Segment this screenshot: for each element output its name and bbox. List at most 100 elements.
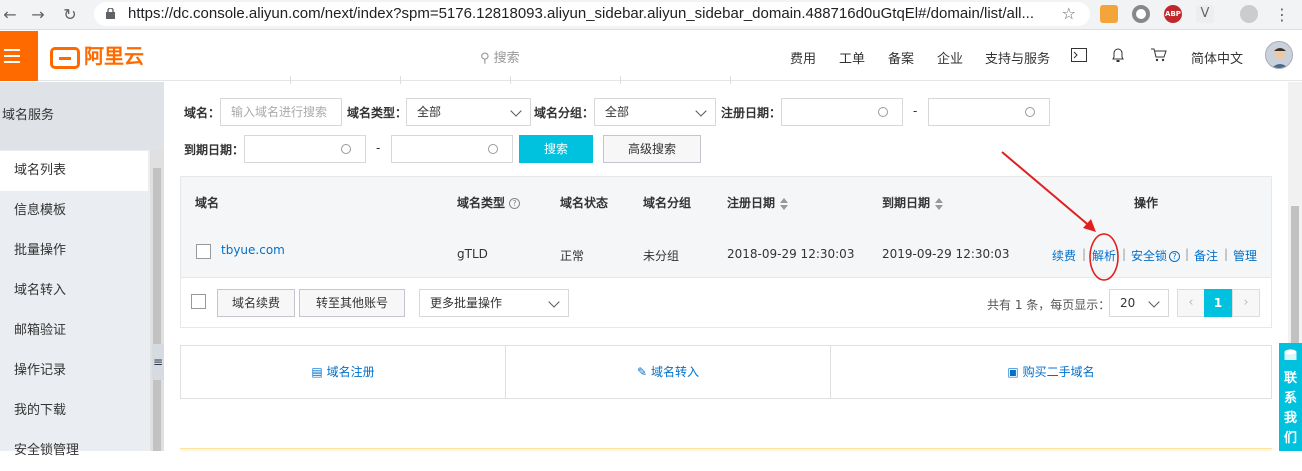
transfer-account-button[interactable]: 转至其他账号 bbox=[299, 289, 405, 317]
extension-icon[interactable] bbox=[1100, 5, 1118, 23]
quick-buy-secondhand[interactable]: ▣ 购买二手域名 bbox=[831, 346, 1271, 398]
nav-billing[interactable]: 费用 bbox=[790, 48, 816, 67]
aliyun-logo[interactable]: 阿里云 bbox=[50, 44, 144, 69]
lock-icon bbox=[106, 8, 115, 19]
action-manage[interactable]: 管理 bbox=[1233, 247, 1257, 264]
sidebar-scrollbar[interactable] bbox=[150, 150, 164, 451]
register-icon: ▤ bbox=[311, 365, 323, 379]
current-page[interactable]: 1 bbox=[1204, 289, 1232, 317]
page-size-select[interactable]: 20 bbox=[1109, 289, 1169, 317]
avatar[interactable] bbox=[1265, 41, 1293, 69]
terminal-icon[interactable] bbox=[1071, 48, 1087, 62]
adblock-icon[interactable]: ABP bbox=[1164, 5, 1182, 23]
sidebar-item-domain-list[interactable]: 域名列表 bbox=[0, 151, 148, 191]
sidebar-item-batch[interactable]: 批量操作 bbox=[0, 231, 148, 271]
batch-renew-button[interactable]: 域名续费 bbox=[217, 289, 295, 317]
prev-page-button[interactable]: ‹ bbox=[1177, 289, 1205, 317]
action-separator: | bbox=[1224, 247, 1229, 261]
browser-toolbar: ← → ↻ https://dc.console.aliyun.com/next… bbox=[0, 0, 1302, 30]
domain-search-input[interactable]: 输入域名进行搜索 bbox=[220, 98, 342, 126]
sidebar-item-templates[interactable]: 信息模板 bbox=[0, 191, 148, 231]
col-reg-date[interactable]: 注册日期 bbox=[727, 194, 789, 211]
reload-icon[interactable]: ↻ bbox=[60, 5, 80, 25]
action-remark[interactable]: 备注 bbox=[1194, 247, 1218, 264]
action-renew[interactable]: 续费 bbox=[1052, 247, 1076, 264]
clock-icon bbox=[488, 144, 498, 154]
exp-date-label: 到期日期： bbox=[184, 143, 245, 157]
logo-text: 阿里云 bbox=[84, 44, 144, 68]
domain-exp-date: 2019-09-29 12:30:03 bbox=[882, 247, 1010, 261]
bookmark-star-icon[interactable]: ☆ bbox=[1062, 4, 1076, 23]
action-separator: | bbox=[1185, 247, 1190, 261]
group-filter-label: 域名分组： bbox=[534, 106, 595, 120]
search-icon: ⚲ bbox=[480, 51, 490, 66]
bell-icon[interactable] bbox=[1111, 47, 1125, 63]
sidebar-item-op-log[interactable]: 操作记录 bbox=[0, 351, 148, 391]
sidebar: 域名服务 域名列表 信息模板 批量操作 域名转入 邮箱验证 操作记录 我的下载 … bbox=[0, 82, 164, 458]
type-filter-select[interactable]: 全部 bbox=[406, 98, 531, 126]
sidebar-item-transfer-in[interactable]: 域名转入 bbox=[0, 271, 148, 311]
action-resolve[interactable]: 解析 bbox=[1092, 247, 1116, 264]
col-status: 域名状态 bbox=[560, 196, 609, 210]
select-all-checkbox[interactable] bbox=[191, 294, 206, 309]
contact-us-tab[interactable]: 联系我们 bbox=[1279, 343, 1302, 451]
sidebar-scroll-thumb[interactable] bbox=[153, 168, 161, 451]
sort-icon[interactable] bbox=[779, 197, 789, 210]
support-icon bbox=[1284, 349, 1297, 360]
extension-circle-icon[interactable] bbox=[1132, 5, 1150, 23]
quick-transfer-in[interactable]: ✎ 域名转入 bbox=[506, 346, 830, 398]
sidebar-item-security-lock[interactable]: 安全锁管理 bbox=[0, 431, 148, 471]
help-icon[interactable]: ? bbox=[509, 198, 521, 209]
clock-icon bbox=[1025, 107, 1035, 117]
sidebar-item-email-verify[interactable]: 邮箱验证 bbox=[0, 311, 148, 351]
back-icon[interactable]: ← bbox=[0, 5, 20, 25]
logo-mark-icon bbox=[50, 46, 80, 69]
extension-v-icon[interactable]: V bbox=[1196, 5, 1214, 23]
domain-link[interactable]: tbyue.com bbox=[221, 243, 285, 257]
search-button[interactable]: 搜索 bbox=[519, 135, 593, 163]
url-text: https://dc.console.aliyun.com/next/index… bbox=[128, 5, 1035, 22]
chevron-down-icon bbox=[510, 105, 522, 117]
sort-icon[interactable] bbox=[934, 197, 944, 210]
avatar-face-icon bbox=[1271, 47, 1289, 68]
row-checkbox[interactable] bbox=[196, 244, 211, 259]
sidebar-item-downloads[interactable]: 我的下载 bbox=[0, 391, 148, 431]
action-security-lock-label: 安全锁 bbox=[1131, 249, 1168, 263]
domain-type: gTLD bbox=[457, 247, 488, 261]
reg-date-end-input[interactable] bbox=[928, 98, 1050, 126]
address-bar[interactable]: https://dc.console.aliyun.com/next/index… bbox=[94, 2, 1090, 26]
domain-filter-label: 域名： bbox=[184, 106, 221, 120]
group-filter-select[interactable]: 全部 bbox=[594, 98, 716, 126]
hamburger-menu-icon[interactable] bbox=[0, 31, 38, 81]
exp-date-start-input[interactable] bbox=[244, 135, 366, 163]
help-icon[interactable]: ? bbox=[1169, 251, 1181, 262]
nav-icp[interactable]: 备案 bbox=[888, 48, 914, 67]
nav-ticket[interactable]: 工单 bbox=[839, 48, 865, 67]
more-batch-select[interactable]: 更多批量操作 bbox=[419, 289, 569, 317]
profile-icon[interactable] bbox=[1240, 5, 1258, 23]
col-actions: 操作 bbox=[1134, 196, 1159, 210]
contact-us-label: 联系我们 bbox=[1283, 371, 1297, 446]
reg-date-label: 注册日期： bbox=[721, 106, 782, 120]
search-placeholder: 搜索 bbox=[493, 51, 520, 66]
menu-dots-icon[interactable]: ⋮ bbox=[1272, 5, 1292, 25]
cart-icon[interactable] bbox=[1151, 48, 1167, 62]
reg-date-start-input[interactable] bbox=[781, 98, 903, 126]
chevron-down-icon bbox=[695, 105, 707, 117]
more-batch-value: 更多批量操作 bbox=[430, 296, 503, 310]
advanced-search-button[interactable]: 高级搜索 bbox=[603, 135, 701, 163]
next-page-button[interactable]: › bbox=[1232, 289, 1260, 317]
action-security-lock[interactable]: 安全锁? bbox=[1131, 247, 1181, 264]
forward-icon[interactable]: → bbox=[28, 5, 48, 25]
chevron-down-icon bbox=[548, 296, 560, 308]
collapse-sidebar-icon[interactable]: ≡ bbox=[152, 344, 164, 380]
quick-register[interactable]: ▤ 域名注册 bbox=[181, 346, 505, 398]
page-summary: 共有 1 条，每页显示： bbox=[987, 298, 1111, 312]
nav-enterprise[interactable]: 企业 bbox=[937, 48, 963, 67]
exp-date-end-input[interactable] bbox=[391, 135, 513, 163]
nav-support[interactable]: 支持与服务 bbox=[985, 48, 1050, 67]
header-search[interactable]: ⚲ 搜索 bbox=[480, 47, 520, 66]
col-exp-date[interactable]: 到期日期 bbox=[882, 194, 944, 211]
clock-icon bbox=[341, 144, 351, 154]
language-switch[interactable]: 简体中文 bbox=[1191, 48, 1243, 67]
